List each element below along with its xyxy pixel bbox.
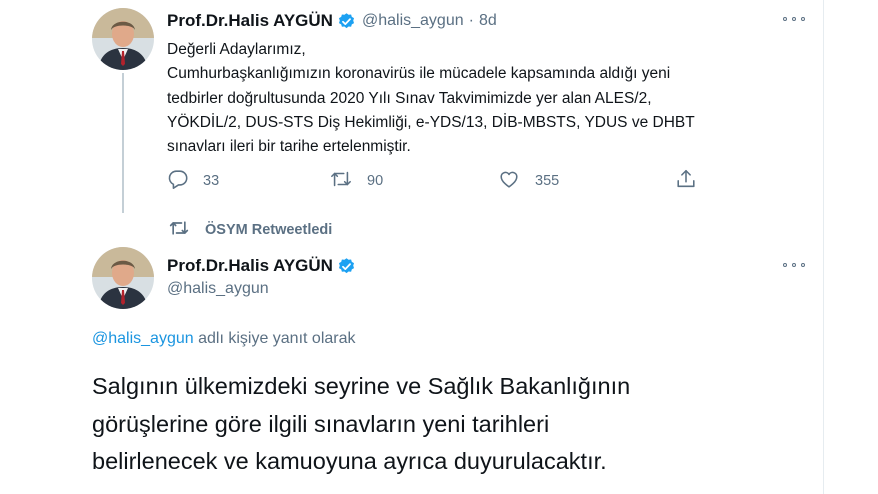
tweet-actions: 33 90 355: [167, 168, 707, 194]
tweet-header: Prof.Dr.Halis AYGÜN: [167, 255, 362, 277]
verified-badge-icon: [337, 257, 356, 276]
retweet-icon: [329, 168, 353, 195]
reply-count: 33: [203, 173, 220, 189]
tweet-header: Prof.Dr.Halis AYGÜN @halis_aygun · 8d: [167, 10, 497, 32]
reply-icon: [167, 168, 189, 195]
tweet-text-line: YÖKDİL/2, DUS-STS Diş Hekimliği, e-YDS/1…: [167, 113, 695, 131]
retweet-context: ÖSYM Retweetledi: [167, 219, 332, 241]
reply-button[interactable]: 33: [167, 168, 219, 194]
tweet-text: Değerli Adaylarımız, Cumhurbaşkanlığımız…: [167, 38, 787, 159]
retweet-context-text[interactable]: ÖSYM Retweetledi: [205, 222, 332, 238]
timeline-border: [823, 0, 824, 494]
retweet-button[interactable]: 90: [329, 168, 383, 194]
tweet-text-line: Değerli Adaylarımız,: [167, 41, 306, 58]
more-icon[interactable]: [783, 14, 805, 24]
share-icon: [675, 168, 697, 195]
author-handle[interactable]: @halis_aygun: [362, 12, 464, 30]
tweet-time[interactable]: 8d: [479, 12, 497, 30]
like-button[interactable]: 355: [497, 168, 559, 194]
tweet-thread: Prof.Dr.Halis AYGÜN @halis_aygun · 8d De…: [0, 0, 878, 494]
replying-to-link[interactable]: @halis_aygun: [92, 330, 194, 347]
thread-connector: [122, 73, 124, 213]
more-icon[interactable]: [783, 260, 805, 270]
tweet-text-line: belirlenecek ve kamuoyuna ayrıca duyurul…: [92, 448, 607, 474]
tweet-text: Salgının ülkemizdeki seyrine ve Sağlık B…: [92, 368, 812, 481]
retweet-count: 90: [367, 173, 384, 189]
tweet-text-line: görüşlerine göre ilgili sınavların yeni …: [92, 410, 550, 437]
tweet-text-line: sınavları ileri bir tarihe ertelenmiştir…: [167, 138, 411, 156]
avatar[interactable]: [92, 247, 154, 309]
author-name[interactable]: Prof.Dr.Halis AYGÜN: [167, 256, 333, 276]
share-button[interactable]: [675, 168, 697, 194]
like-count: 355: [535, 173, 560, 189]
verified-badge-icon: [337, 12, 356, 31]
tweet-text-line: Salgının ülkemizdeki seyrine ve Sağlık B…: [92, 373, 631, 399]
replying-to: @halis_aygun adlı kişiye yanıt olarak: [92, 330, 356, 348]
replying-to-suffix: adlı kişiye yanıt olarak: [193, 330, 356, 347]
avatar[interactable]: [92, 8, 154, 70]
tweet-text-line: Cumhurbaşkanlığımızın koronavirüs ile mü…: [167, 65, 671, 83]
author-handle[interactable]: @halis_aygun: [167, 280, 269, 298]
retweet-icon: [167, 218, 191, 243]
tweet-text-line: tedbirler doğrultusunda 2020 Yılı Sınav …: [167, 89, 652, 107]
author-name[interactable]: Prof.Dr.Halis AYGÜN: [167, 11, 333, 31]
like-icon: [497, 168, 521, 195]
separator-dot: ·: [468, 12, 474, 29]
